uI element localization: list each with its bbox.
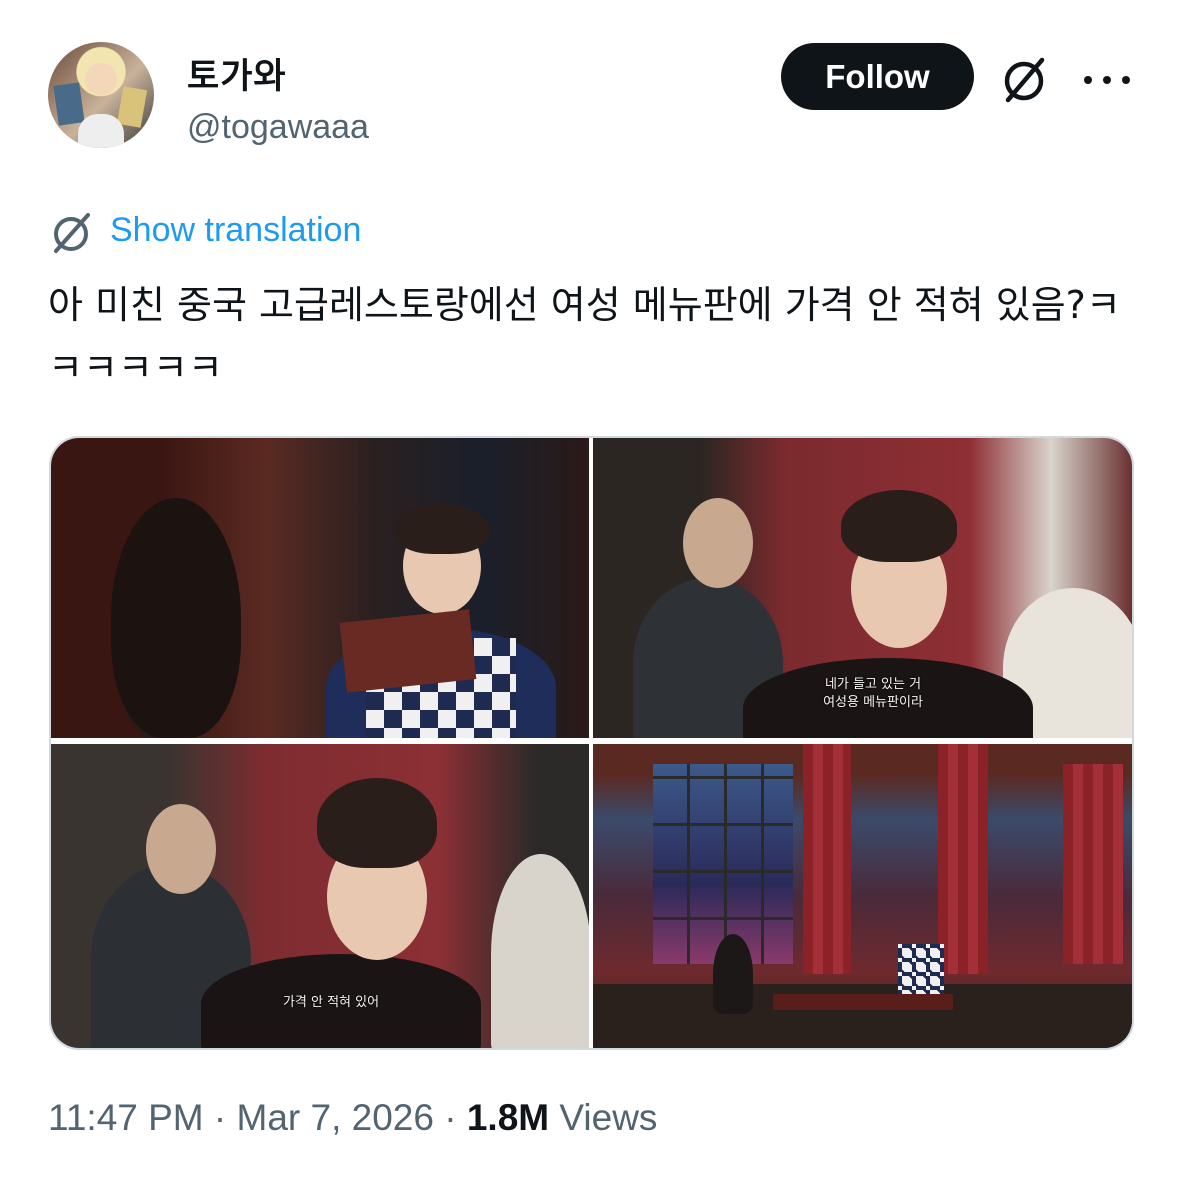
media-photo-3[interactable]: 가격 안 적혀 있어 [51,744,589,1048]
tweet-meta: 11:47 PM · Mar 7, 2026 · 1.8M Views [48,1097,657,1139]
blurred-man-face [146,804,216,894]
subtitle-3: 가격 안 적혀 있어 [282,995,380,1010]
tweet-text: 아 미친 중국 고급레스토랑에선 여성 메뉴판에 가격 안 적혀 있음?ㅋㅋㅋㅋ… [48,283,1121,390]
avatar-book-left [53,82,85,126]
media-grid[interactable]: 네가 들고 있는 거 여성용 메뉴판이라 가격 안 적혀 있어 [49,436,1134,1050]
follow-button[interactable]: Follow [781,43,974,110]
red-curtain-left [803,744,851,974]
grok-translate-icon [54,213,90,253]
show-translation-link[interactable]: Show translation [110,211,361,250]
red-curtain-mid [938,744,988,974]
woman-seated [713,934,753,1014]
woman-hair [317,778,437,868]
avatar-shirt [78,114,124,148]
more-dots-icon[interactable] [1084,60,1130,100]
media-photo-1[interactable] [51,438,589,738]
views-label: Views [559,1097,658,1138]
author-avatar[interactable] [48,42,154,148]
city-window [653,764,793,964]
subtitle-2: 네가 들고 있는 거 여성용 메뉴판이라 [823,677,923,710]
avatar-book-right [116,86,148,128]
tweet-time[interactable]: 11:47 PM [48,1097,204,1138]
man-seated-vest [898,944,944,994]
meta-separator: · [444,1097,457,1138]
dining-table [773,994,953,1010]
woman-back-hair [111,498,241,738]
grok-slash-circle-icon[interactable] [998,54,1050,106]
author-display-name[interactable]: 토가와 [187,48,287,99]
woman-hair [841,490,957,562]
media-photo-4[interactable] [593,744,1132,1048]
meta-separator: · [213,1097,227,1138]
menu-book [339,609,477,693]
red-curtain-right [1063,764,1123,964]
media-photo-2[interactable]: 네가 들고 있는 거 여성용 메뉴판이라 [593,438,1132,738]
blurred-man-right [491,854,589,1048]
tweet-date[interactable]: Mar 7, 2026 [237,1097,434,1138]
man-hair [395,504,489,554]
blurred-man-face [683,498,753,588]
author-handle[interactable]: @togawaaa [187,108,369,147]
views-count: 1.8M [466,1097,550,1138]
